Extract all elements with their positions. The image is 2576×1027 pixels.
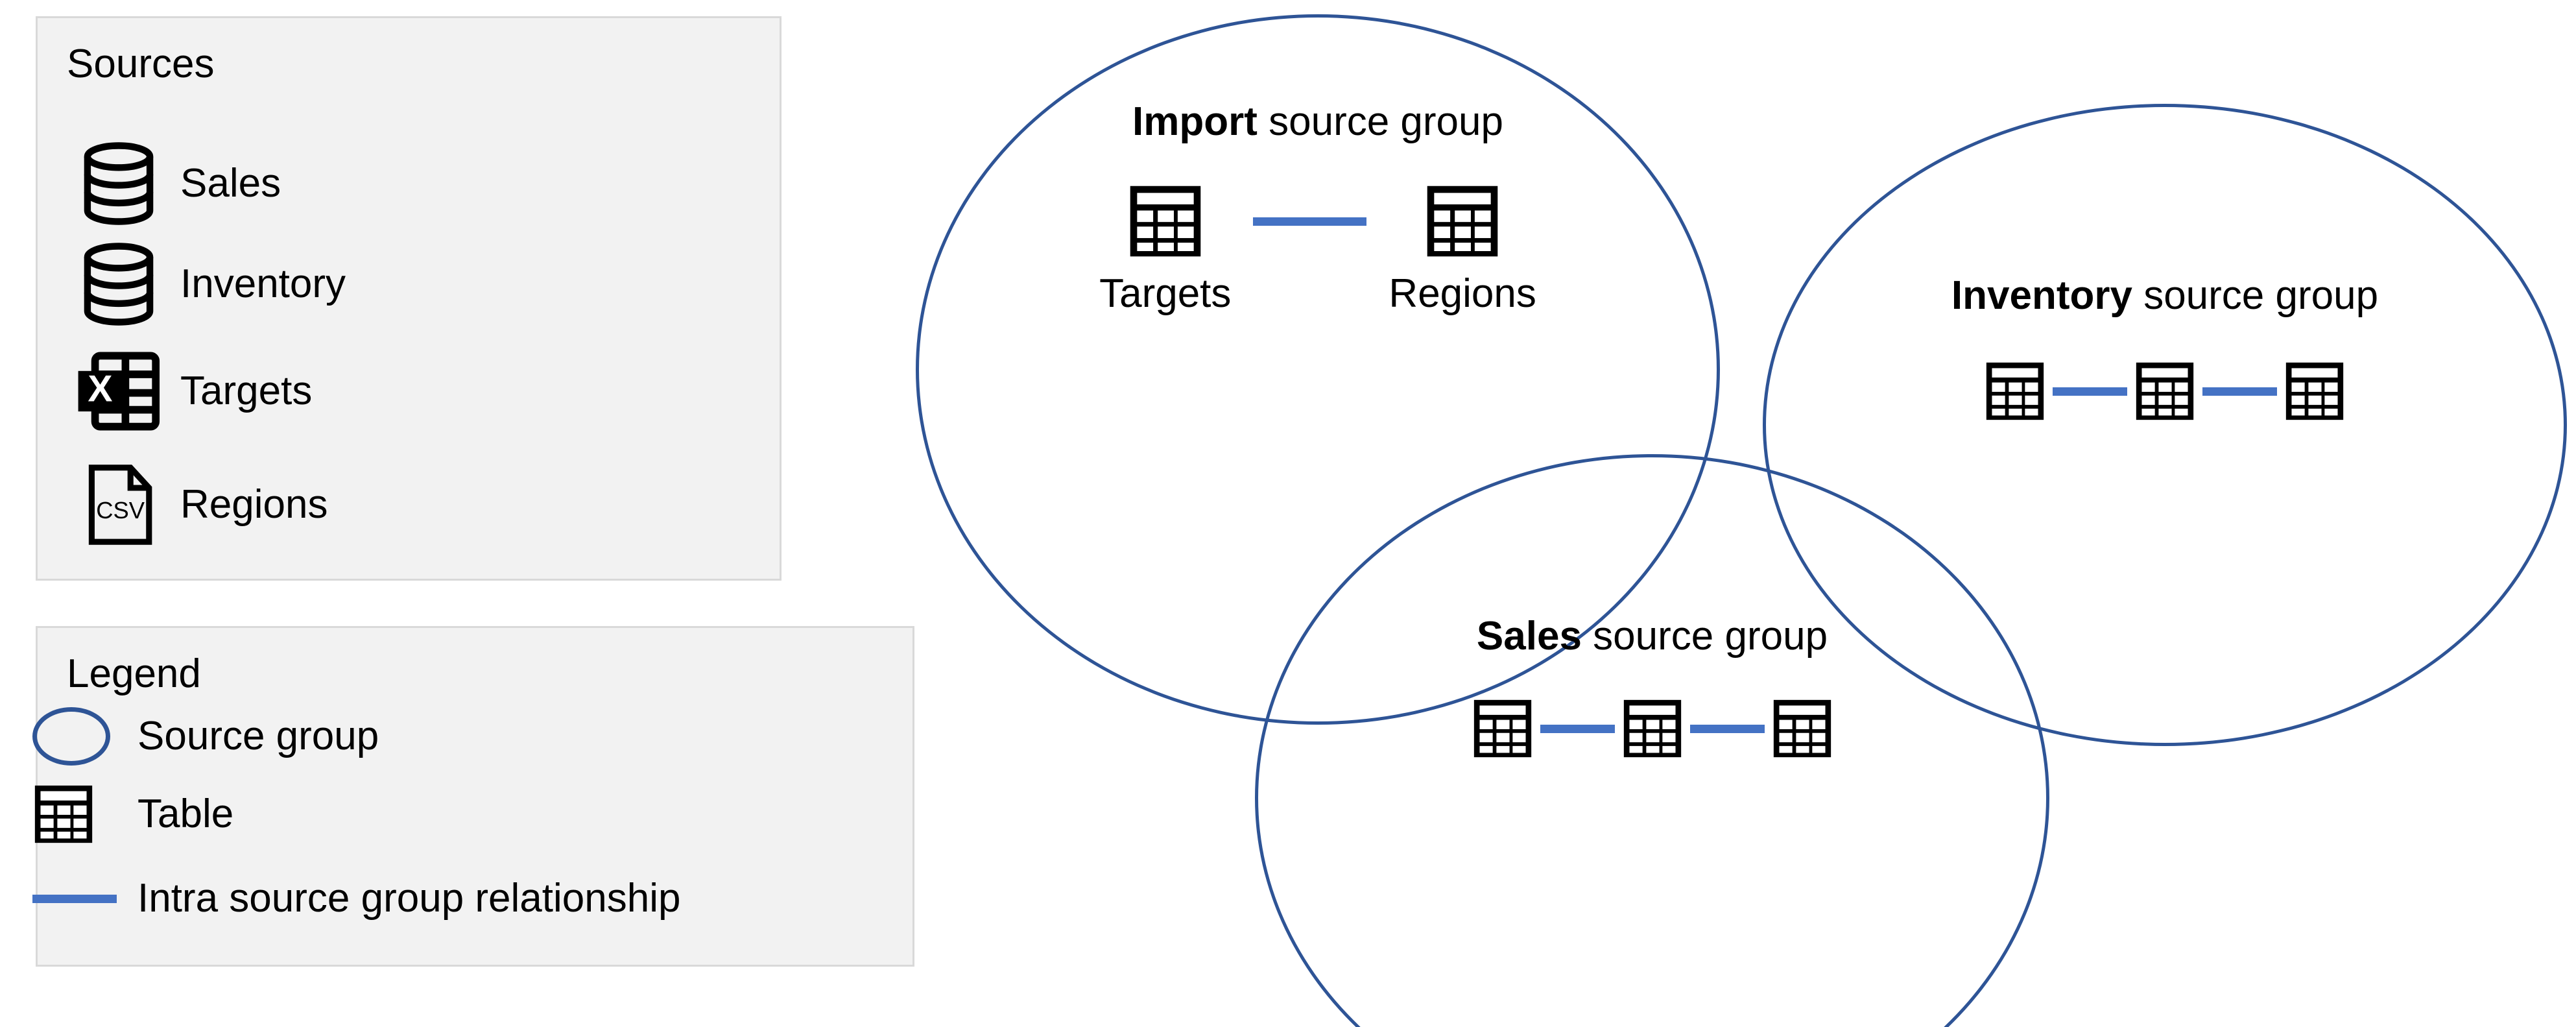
source-group-nodes: [1258, 697, 2046, 760]
table-node[interactable]: [2284, 360, 2346, 422]
source-group-suffix: source group: [1257, 99, 1503, 144]
table-icon: [1472, 697, 1534, 760]
table-node[interactable]: [1472, 697, 1534, 760]
source-group-name: Inventory: [1951, 273, 2132, 318]
source-list-item-label: Inventory: [180, 261, 346, 306]
source-list-item-label: Sales: [180, 161, 281, 206]
ellipse-outline-icon: [32, 697, 130, 775]
relationship-line: [1540, 724, 1615, 733]
legend-item-table: Table: [32, 772, 233, 856]
source-group-title: Import source group: [1132, 102, 1503, 142]
diagram-canvas: Sources Sales Inventory X Targets CSV Re…: [0, 0, 2576, 1027]
legend-item-label: Intra source group relationship: [137, 876, 681, 921]
csv-badge-text: CSV: [96, 497, 145, 524]
source-list-item-label: Targets: [180, 369, 313, 413]
table-node[interactable]: [1984, 360, 2046, 422]
legend-item-relationship: Intra source group relationship: [32, 856, 680, 941]
source-list-item-regions[interactable]: CSV Regions: [77, 456, 328, 553]
source-group-title: Inventory source group: [1951, 276, 2378, 316]
table-icon: [2134, 360, 2196, 422]
relationship-line: [2202, 387, 2277, 396]
relationship-line: [2053, 387, 2127, 396]
source-group-name: Sales: [1476, 614, 1582, 658]
table-icon: [1424, 183, 1501, 260]
table-node-label: Regions: [1389, 271, 1536, 316]
table-node-label: Targets: [1099, 271, 1232, 316]
table-icon: [1127, 183, 1204, 260]
source-list-item-inventory[interactable]: Inventory: [77, 236, 346, 333]
source-group-title: Sales source group: [1477, 616, 1828, 657]
legend-panel-title: Legend: [67, 651, 201, 696]
source-group-nodes: Targets Regions: [919, 183, 1717, 314]
source-list-item-targets[interactable]: X Targets: [77, 343, 312, 440]
table-node[interactable]: [1771, 697, 1833, 760]
source-list-item-sales[interactable]: Sales: [77, 135, 281, 232]
table-icon: [1771, 697, 1833, 760]
source-group-name: Import: [1132, 99, 1258, 144]
table-icon: [32, 775, 130, 853]
table-icon: [1984, 360, 2046, 422]
source-group-suffix: source group: [1581, 614, 1828, 658]
line-icon: [32, 860, 130, 937]
table-node-regions[interactable]: Regions: [1389, 183, 1536, 314]
table-icon: [2284, 360, 2346, 422]
excel-file-icon: X: [77, 349, 161, 433]
relationship-line: [1689, 724, 1765, 733]
source-group-nodes: [1766, 360, 2564, 422]
table-node[interactable]: [1621, 697, 1684, 760]
legend-item-label: Table: [137, 791, 234, 836]
legend-item-label: Source group: [137, 714, 379, 758]
source-list-item-label: Regions: [180, 482, 328, 527]
excel-badge-text: X: [88, 369, 112, 410]
table-node-targets[interactable]: Targets: [1099, 183, 1231, 314]
sources-panel: Sources Sales Inventory X Targets CSV Re…: [36, 16, 781, 581]
table-node[interactable]: [2134, 360, 2196, 422]
legend-item-source-group: Source group: [32, 694, 379, 779]
csv-file-icon: CSV: [77, 463, 161, 547]
sources-panel-title: Sources: [67, 42, 215, 86]
source-group-suffix: source group: [2132, 273, 2379, 318]
database-icon: [77, 141, 161, 226]
relationship-line: [1253, 217, 1367, 226]
database-icon: [77, 242, 161, 326]
table-icon: [1621, 697, 1684, 760]
